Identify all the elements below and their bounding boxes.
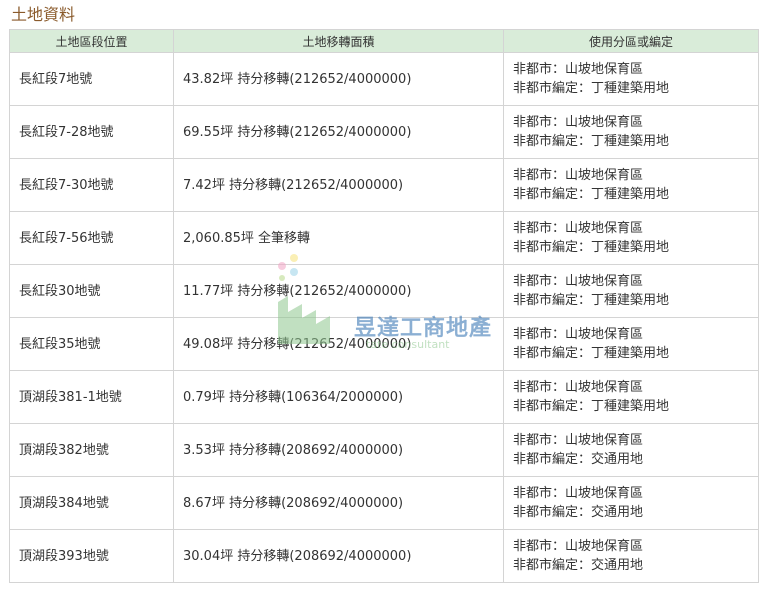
table-row: 頂湖段382地號 3.53坪 持分移轉(208692/4000000) 非都市：… xyxy=(9,423,759,477)
zoning-line: 非都市：山坡地保育區 xyxy=(513,62,644,77)
table-row: 頂湖段384地號 8.67坪 持分移轉(208692/4000000) 非都市：… xyxy=(9,476,759,530)
zoning-line: 非都市：山坡地保育區 xyxy=(513,221,644,236)
cell-area: 7.42坪 持分移轉(212652/4000000) xyxy=(173,158,504,212)
cell-zoning: 非都市：山坡地保育區 非都市編定：丁種建築用地 xyxy=(503,158,759,212)
cell-location: 長紅段30地號 xyxy=(9,264,174,318)
zoning-line: 非都市：山坡地保育區 xyxy=(513,433,644,448)
section-title: 土地資料 xyxy=(11,5,76,24)
zoning-line: 非都市編定：丁種建築用地 xyxy=(513,81,670,96)
zoning-line: 非都市編定：丁種建築用地 xyxy=(513,187,670,202)
zoning-line: 非都市：山坡地保育區 xyxy=(513,168,644,183)
cell-area: 11.77坪 持分移轉(212652/4000000) xyxy=(173,264,504,318)
cell-zoning: 非都市：山坡地保育區 非都市編定：丁種建築用地 xyxy=(503,52,759,106)
zoning-line: 非都市編定：丁種建築用地 xyxy=(513,346,670,361)
table-row: 長紅段7-30地號 7.42坪 持分移轉(212652/4000000) 非都市… xyxy=(9,158,759,212)
zoning-line: 非都市：山坡地保育區 xyxy=(513,274,644,289)
cell-zoning: 非都市：山坡地保育區 非都市編定：丁種建築用地 xyxy=(503,264,759,318)
zoning-line: 非都市編定：交通用地 xyxy=(513,505,644,520)
table-row: 頂湖段393地號 30.04坪 持分移轉(208692/4000000) 非都市… xyxy=(9,529,759,583)
table-row: 頂湖段381-1地號 0.79坪 持分移轉(106364/2000000) 非都… xyxy=(9,370,759,424)
cell-location: 長紅段7-28地號 xyxy=(9,105,174,159)
cell-zoning: 非都市：山坡地保育區 非都市編定：丁種建築用地 xyxy=(503,317,759,371)
cell-location: 長紅段7-30地號 xyxy=(9,158,174,212)
table-row: 長紅段35地號 49.08坪 持分移轉(212652/4000000) 非都市：… xyxy=(9,317,759,371)
cell-area: 69.55坪 持分移轉(212652/4000000) xyxy=(173,105,504,159)
cell-location: 長紅段7地號 xyxy=(9,52,174,106)
cell-zoning: 非都市：山坡地保育區 非都市編定：丁種建築用地 xyxy=(503,105,759,159)
zoning-line: 非都市：山坡地保育區 xyxy=(513,115,644,130)
header-zoning: 使用分區或編定 xyxy=(503,29,759,53)
zoning-line: 非都市編定：丁種建築用地 xyxy=(513,399,670,414)
cell-area: 49.08坪 持分移轉(212652/4000000) xyxy=(173,317,504,371)
table-row: 長紅段7地號 43.82坪 持分移轉(212652/4000000) 非都市：山… xyxy=(9,52,759,106)
cell-zoning: 非都市：山坡地保育區 非都市編定：丁種建築用地 xyxy=(503,370,759,424)
cell-zoning: 非都市：山坡地保育區 非都市編定：丁種建築用地 xyxy=(503,211,759,265)
zoning-line: 非都市：山坡地保育區 xyxy=(513,486,644,501)
zoning-line: 非都市編定：交通用地 xyxy=(513,558,644,573)
zoning-line: 非都市編定：丁種建築用地 xyxy=(513,134,670,149)
cell-area: 3.53坪 持分移轉(208692/4000000) xyxy=(173,423,504,477)
cell-location: 頂湖段382地號 xyxy=(9,423,174,477)
zoning-line: 非都市：山坡地保育區 xyxy=(513,327,644,342)
cell-location: 頂湖段393地號 xyxy=(9,529,174,583)
table-row: 長紅段30地號 11.77坪 持分移轉(212652/4000000) 非都市：… xyxy=(9,264,759,318)
cell-area: 8.67坪 持分移轉(208692/4000000) xyxy=(173,476,504,530)
cell-area: 43.82坪 持分移轉(212652/4000000) xyxy=(173,52,504,106)
cell-location: 長紅段7-56地號 xyxy=(9,211,174,265)
zoning-line: 非都市編定：交通用地 xyxy=(513,452,644,467)
table-header-row: 土地區段位置 土地移轉面積 使用分區或編定 xyxy=(9,29,759,53)
table-row: 長紅段7-56地號 2,060.85坪 全筆移轉 非都市：山坡地保育區 非都市編… xyxy=(9,211,759,265)
zoning-line: 非都市：山坡地保育區 xyxy=(513,380,644,395)
land-data-page: 土地資料 土地區段位置 土地移轉面積 使用分區或編定 長紅段7地號 43.82坪… xyxy=(0,0,765,595)
cell-zoning: 非都市：山坡地保育區 非都市編定：交通用地 xyxy=(503,529,759,583)
zoning-line: 非都市編定：丁種建築用地 xyxy=(513,240,670,255)
land-table: 土地區段位置 土地移轉面積 使用分區或編定 長紅段7地號 43.82坪 持分移轉… xyxy=(9,29,759,583)
header-location: 土地區段位置 xyxy=(9,29,174,53)
cell-location: 頂湖段384地號 xyxy=(9,476,174,530)
cell-area: 30.04坪 持分移轉(208692/4000000) xyxy=(173,529,504,583)
table-row: 長紅段7-28地號 69.55坪 持分移轉(212652/4000000) 非都… xyxy=(9,105,759,159)
cell-zoning: 非都市：山坡地保育區 非都市編定：交通用地 xyxy=(503,476,759,530)
zoning-line: 非都市編定：丁種建築用地 xyxy=(513,293,670,308)
zoning-line: 非都市：山坡地保育區 xyxy=(513,539,644,554)
header-area: 土地移轉面積 xyxy=(173,29,504,53)
cell-zoning: 非都市：山坡地保育區 非都市編定：交通用地 xyxy=(503,423,759,477)
cell-area: 2,060.85坪 全筆移轉 xyxy=(173,211,504,265)
cell-location: 長紅段35地號 xyxy=(9,317,174,371)
cell-area: 0.79坪 持分移轉(106364/2000000) xyxy=(173,370,504,424)
cell-location: 頂湖段381-1地號 xyxy=(9,370,174,424)
